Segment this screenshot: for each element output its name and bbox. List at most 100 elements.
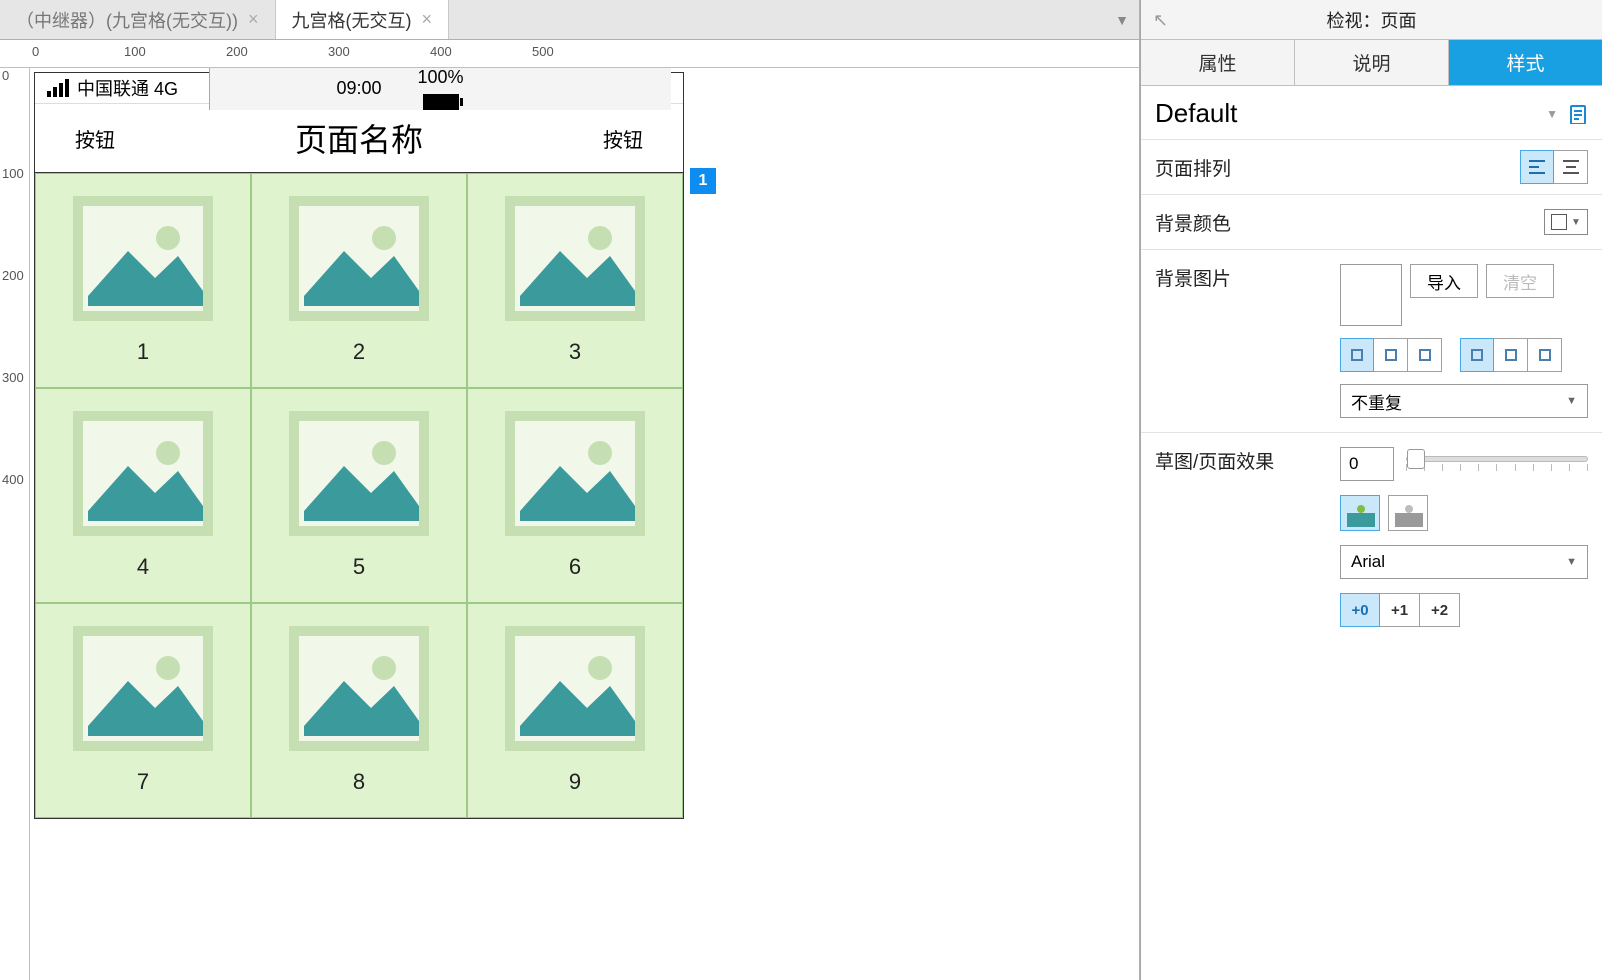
vertical-ruler: 0 100 200 300 400 [0, 68, 30, 980]
tab-filler: ▼ [449, 0, 1139, 39]
row-label: 背景图片 [1155, 264, 1340, 291]
editor-pane: （中继器）(九宫格(无交互)) × 九宫格(无交互) × ▼ 0 100 200… [0, 0, 1140, 980]
default-label: Default [1155, 98, 1237, 129]
image-placeholder-icon [505, 196, 645, 321]
grid-cell[interactable]: 5 [251, 388, 467, 603]
inspector-body: Default ▼ 页面排列 背景颜色 ▼ 背景图片 导入 [1141, 86, 1602, 980]
color-effect-button[interactable] [1340, 495, 1380, 531]
chevron-down-icon: ▼ [1571, 217, 1581, 228]
ruler-tick: 500 [532, 44, 554, 59]
tab-properties[interactable]: 属性 [1141, 40, 1295, 85]
bg-valign-middle[interactable] [1494, 338, 1528, 372]
row-label: 草图/页面效果 [1155, 447, 1340, 474]
cell-label: 8 [353, 769, 365, 795]
gray-effect-button[interactable] [1388, 495, 1428, 531]
ruler-tick: 200 [226, 44, 248, 59]
cell-label: 7 [137, 769, 149, 795]
chevron-down-icon[interactable]: ▼ [1115, 12, 1129, 28]
note-icon[interactable] [1568, 104, 1588, 124]
row-page-align: 页面排列 [1141, 140, 1602, 195]
row-label: 页面排列 [1155, 154, 1520, 181]
align-left-button[interactable] [1520, 150, 1554, 184]
nav-right-button[interactable]: 按钮 [563, 124, 683, 153]
line-weight-2[interactable]: +2 [1420, 593, 1460, 627]
status-bar: 中国联通 4G 09:00 100% [35, 73, 683, 103]
file-tab-bar: （中继器）(九宫格(无交互)) × 九宫格(无交互) × ▼ [0, 0, 1139, 40]
bg-halign-right[interactable] [1408, 338, 1442, 372]
image-placeholder-icon [73, 411, 213, 536]
nav-left-button[interactable]: 按钮 [35, 124, 155, 153]
grid-cell[interactable]: 2 [251, 173, 467, 388]
bg-valign-top[interactable] [1460, 338, 1494, 372]
file-tab-active[interactable]: 九宫格(无交互) × [276, 0, 450, 39]
font-value: Arial [1351, 552, 1385, 572]
image-placeholder-icon [73, 626, 213, 751]
cell-label: 3 [569, 339, 581, 365]
clear-button[interactable]: 清空 [1486, 264, 1554, 298]
ruler-tick: 300 [328, 44, 350, 59]
canvas-scroll[interactable]: 中国联通 4G 09:00 100% 按钮 页面名称 按钮 1 [30, 68, 1139, 980]
ruler-tick: 200 [2, 268, 24, 283]
carrier-label: 中国联通 4G [77, 75, 178, 101]
bg-halign-left[interactable] [1340, 338, 1374, 372]
line-weight-0[interactable]: +0 [1340, 593, 1380, 627]
line-weight-1[interactable]: +1 [1380, 593, 1420, 627]
horizontal-ruler: 0 100 200 300 400 500 [0, 40, 1139, 68]
style-default-header[interactable]: Default ▼ [1141, 86, 1602, 140]
gray-effect-icon [1389, 497, 1427, 529]
file-tab-inactive[interactable]: （中继器）(九宫格(无交互)) × [0, 0, 276, 39]
ruler-tick: 400 [430, 44, 452, 59]
grid-cell[interactable]: 6 [467, 388, 683, 603]
cell-label: 5 [353, 554, 365, 580]
bg-image-well[interactable] [1340, 264, 1402, 326]
bg-halign-segment [1340, 338, 1442, 372]
align-center-button[interactable] [1554, 150, 1588, 184]
battery-label: 100% [417, 68, 463, 88]
sketch-value-input[interactable] [1340, 447, 1394, 481]
bg-repeat-select[interactable]: 不重复 ▼ [1340, 384, 1588, 418]
battery-icon [423, 94, 459, 110]
device-frame[interactable]: 中国联通 4G 09:00 100% 按钮 页面名称 按钮 1 [34, 72, 684, 819]
close-icon[interactable]: × [422, 9, 433, 30]
grid-cell[interactable]: 3 [467, 173, 683, 388]
font-select[interactable]: Arial ▼ [1340, 545, 1588, 579]
ruler-tick: 0 [2, 68, 9, 83]
popout-icon[interactable]: ↖ [1153, 10, 1168, 31]
workspace: 0 100 200 300 400 中国联通 4G 09:00 100% [0, 68, 1139, 980]
close-icon[interactable]: × [248, 9, 259, 30]
inspector-title: 检视：页面 [1327, 7, 1417, 33]
line-weight-segment: +0 +1 +2 [1340, 593, 1588, 627]
cell-label: 2 [353, 339, 365, 365]
chevron-down-icon: ▼ [1566, 395, 1577, 407]
grid-cell[interactable]: 7 [35, 603, 251, 818]
nine-grid: 1 2 3 4 5 6 7 8 9 [35, 173, 683, 818]
bg-color-picker[interactable]: ▼ [1544, 209, 1588, 235]
align-center-icon [1557, 153, 1585, 181]
grid-cell[interactable]: 9 [467, 603, 683, 818]
file-tab-label: （中继器）(九宫格(无交互)) [16, 7, 238, 33]
image-placeholder-icon [505, 626, 645, 751]
image-placeholder-icon [289, 626, 429, 751]
tab-notes[interactable]: 说明 [1295, 40, 1449, 85]
import-button[interactable]: 导入 [1410, 264, 1478, 298]
cell-label: 9 [569, 769, 581, 795]
grid-cell[interactable]: 8 [251, 603, 467, 818]
bg-halign-center[interactable] [1374, 338, 1408, 372]
inspector-header: ↖ 检视：页面 [1141, 0, 1602, 40]
nav-bar: 按钮 页面名称 按钮 [35, 103, 683, 173]
grid-cell[interactable]: 4 [35, 388, 251, 603]
tab-style[interactable]: 样式 [1449, 40, 1602, 85]
bg-valign-bottom[interactable] [1528, 338, 1562, 372]
sketch-slider[interactable] [1406, 456, 1588, 472]
color-effect-segment [1340, 495, 1588, 531]
signal-icon [47, 79, 69, 97]
ruler-tick: 100 [124, 44, 146, 59]
grid-cell[interactable]: 1 [35, 173, 251, 388]
row-label: 背景颜色 [1155, 209, 1544, 236]
repeat-value: 不重复 [1351, 389, 1402, 414]
chevron-down-icon[interactable]: ▼ [1546, 107, 1558, 121]
ruler-tick: 300 [2, 370, 24, 385]
row-bg-color: 背景颜色 ▼ [1141, 195, 1602, 250]
cell-label: 6 [569, 554, 581, 580]
ruler-tick: 0 [32, 44, 39, 59]
